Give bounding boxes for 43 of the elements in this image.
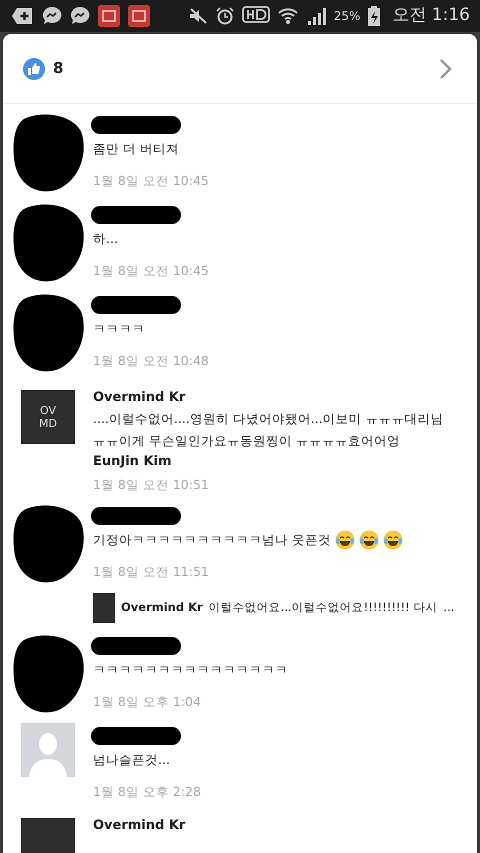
comment-time: 1월 8일 오전 11:51 <box>93 562 210 581</box>
tagged-name[interactable]: EunJin Kim <box>93 452 447 472</box>
reply-avatar <box>93 592 115 623</box>
laughing-tears-emoji-icon <box>334 530 355 550</box>
clock-text: 오전 1:16 <box>392 4 470 28</box>
comment-time: 1월 8일 오후 2:28 <box>93 782 202 801</box>
reply-author[interactable]: Overmind Kr <box>121 599 203 616</box>
chat-bubble-icon <box>42 6 62 26</box>
comment-text: 넘나슬픈것... <box>93 752 170 767</box>
like-count-text: 8 <box>53 58 64 80</box>
chevron-right-icon[interactable] <box>439 58 453 80</box>
avatar-placeholder-icon <box>21 722 75 777</box>
plus-icon <box>12 7 34 25</box>
logo-text: MD <box>38 417 58 430</box>
like-icon <box>23 58 45 80</box>
comment-time: 1월 8일 오전 10:51 <box>93 476 210 494</box>
comment-text: ㅋㅋㅋㅋ <box>93 321 145 336</box>
comment-time: 1월 8일 오전 10:48 <box>93 352 210 370</box>
laughing-tears-emoji-icon <box>358 530 379 550</box>
hd-icon <box>242 6 270 26</box>
logo-text: OV <box>39 404 57 417</box>
comment-text: 하... <box>93 231 118 246</box>
comment-text: 좀만 더 버티져 <box>93 141 179 156</box>
mute-icon <box>188 7 208 25</box>
comment-text: ㅋㅋㅋㅋㅋㅋㅋㅋㅋㅋㅋㅋㅋㅋㅋ <box>93 662 288 677</box>
alarm-clock-icon <box>216 7 234 25</box>
wifi-icon <box>278 6 298 26</box>
app-icon <box>98 5 120 27</box>
author-name[interactable]: Overmind Kr <box>93 816 447 836</box>
more-text: ... <box>443 599 454 616</box>
comment-time: 1월 8일 오전 10:45 <box>93 262 210 280</box>
author-name[interactable]: Overmind Kr <box>93 388 447 408</box>
battery-percent-text: 25% <box>334 8 360 25</box>
app-icon <box>128 5 150 27</box>
laughing-tears-emoji-icon <box>382 530 403 550</box>
battery-icon <box>368 6 380 26</box>
signal-icon <box>306 6 326 26</box>
comment-text: 기정아ㅋㅋㅋㅋㅋㅋㅋㅋㅋㅋ넘나 웃픈것 <box>93 530 331 549</box>
comment-time: 1월 8일 오전 10:45 <box>93 172 210 190</box>
chat-bubble-icon <box>70 6 90 26</box>
reply-text: 이럴수없어요...이럴수없어요!!!!!!!!!! 다시 <box>208 599 438 616</box>
comment-time: 1월 8일 오후 1:04 <box>93 692 202 711</box>
comment-text: ....이럴수없어....영원히 다녔어야됐어...이보미 ㅠㅠㅠ대리님ㅠㅠ이게 무슨일인가요ㅠ동원찡이 ㅠㅠㅠㅠ효어어엉 <box>93 411 444 448</box>
